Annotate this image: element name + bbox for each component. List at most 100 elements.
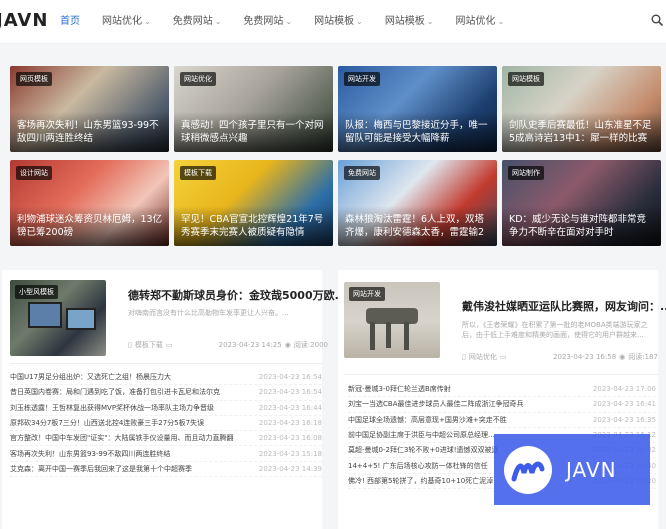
comment-icon: ▭ [165, 341, 173, 349]
list-item-title: 中国U17男足分组出炉：又选死亡之组！杨晨压力大 [10, 373, 172, 382]
list-item[interactable]: 新冠-曼城3-0拜仁轮兰透B席传射 2023-04-23 17:00 [348, 382, 656, 398]
nav-item-6[interactable]: 网站优化 ⌄ [448, 0, 513, 44]
list-item-date: 2023-04-23 16:54 [258, 388, 322, 397]
list-item-title: 莫超-曼城0-2拜仁3轮不败+0进球!遗憾双双被逐 [348, 446, 499, 455]
nav-item-4[interactable]: 网站模板 ⌄ [306, 0, 371, 44]
right-feature-date: 2023-04-23 16:58 [553, 353, 617, 361]
watermark-text: JAVN [566, 457, 617, 482]
list-item-title: 官方整改！中国中车发团"证实"：大陆属铁手仪设量用、而且动力直腾翻 [10, 434, 234, 443]
card-title: 队报：梅西与巴黎接近分手，唯一留队可能是接受大幅降薪 [345, 120, 488, 144]
divider [10, 363, 322, 364]
list-item[interactable]: 昔日英国内卷赛：局和门遇到吃了饭，准备打包引进卡瓦尼和法尔克 2023-04-23… [10, 385, 322, 401]
featured-card[interactable]: 网站优化 真感动！四个孩子里只有一个对网球稍微感点兴趣 [174, 66, 333, 152]
list-item-date: 2023-04-23 16:08 [258, 434, 322, 443]
list-item-title: 中国足球全场遗憾：高层意现+国男沙滩+突走不胜 [348, 415, 507, 424]
right-feature-image[interactable]: 网站开发 [344, 282, 440, 358]
top-header: JAVN 首页 网站优化 ⌄ 免费网站 ⌄ 免费网站 ⌄ 网站模板 ⌄ 网站模板 ⌄ 网站优化 ⌄ [0, 0, 666, 44]
featured-card[interactable]: 网页模板客场再次失利！山东男篮93-99不敌四川两连胜终结 [10, 66, 169, 152]
nav-item-5[interactable]: 网站模板 ⌄ [377, 0, 442, 44]
list-item[interactable]: 中国足球全场遗憾：高层意现+国男沙滩+突走不胜 2023-04-23 16:35 [348, 413, 656, 428]
left-feature-views: 阅读:2000 [293, 341, 328, 349]
nav-item-label: 免费网站 [172, 16, 213, 27]
right-feature-category[interactable]: 网站优化 [469, 352, 497, 362]
featured-grid: 网页模板客场再次失利！山东男篮93-99不敌四川两连胜终结 网站优化 真感动！四个孩… [10, 66, 661, 246]
list-item[interactable]: 中国U17男足分组出炉：又选死亡之组！杨晨压力大 2023-04-23 16:54 [10, 370, 322, 386]
featured-card[interactable]: 网站模板剑队史季后赛最低！山东准星不足5成高诗岩13中1：犀一样的比赛 [502, 66, 661, 152]
left-feature-image[interactable]: 小型风模板 [10, 280, 106, 356]
featured-card[interactable]: 网站开发队报：梅西与巴黎接近分手，唯一留队可能是接受大幅降薪 [338, 66, 497, 152]
list-item[interactable]: 刘宝一当选CBA最佳进步球员人最佳二阵成浙江争冠奇兵 2023-04-23 16:… [348, 397, 656, 413]
right-feature-meta: ▯ 网站优化 ▭ 2023-04-23 16:58 ◉ 阅读:187 [462, 352, 658, 362]
card-title: 利物浦球迷众筹资贝林厄姆，13亿镑已筹200磅 [17, 214, 163, 238]
left-news-list: 中国U17男足分组出炉：又选死亡之组！杨晨压力大 2023-04-23 16:54… [10, 370, 322, 478]
card-title: 罕见！CBA官宣北控辉煌21年7号秀赛季末完赛人被质疑有隐情 [181, 214, 324, 238]
featured-card[interactable]: 设计网站 利物浦球迷众筹资贝林厄姆，13亿镑已筹200磅 [10, 160, 169, 246]
left-feature-date: 2023-04-23 14:25 [218, 341, 282, 349]
search-icon[interactable] [651, 14, 663, 26]
list-item[interactable]: 客场再次失利！山东男篮93-99不敌四川两连胜终结 2023-04-23 15:1… [10, 446, 322, 462]
nav-item-2[interactable]: 免费网站 ⌄ [165, 0, 230, 44]
featured-card[interactable]: 免费网站森林狼淘汰雷霆！6人上双，双塔齐爆，康利安德森太香，雷霆输2点 [338, 160, 497, 246]
featured-card[interactable]: 网站制作 KD：威少无论与谁对阵都非常竞争力不断辛在面对对手时 [502, 160, 661, 246]
site-logo[interactable]: JAVN [0, 10, 48, 31]
category-icon: ▯ [128, 341, 132, 349]
left-feature-summary: 对嗨南而言没有什么比高勒物车发率更让人兴奋。... [128, 309, 289, 317]
right-feature-summary: 所以，《王者荣耀》在积累了第一批的老MOBA类端游玩家之后，由于低上手难度和精美… [462, 321, 648, 339]
card-tag: 网站开发 [344, 72, 380, 86]
list-item-date: 2023-04-23 17:00 [592, 385, 656, 394]
list-item-date: 2023-04-23 14:39 [258, 464, 322, 473]
left-feature-title[interactable]: 德转郑不勤斯球员身价：金玟哉5000万欧... [128, 287, 347, 303]
page: JAVN 首页 网站优化 ⌄ 免费网站 ⌄ 免费网站 ⌄ 网站模板 ⌄ 网站模板 ⌄ 网站优化 ⌄ 网页… [0, 0, 666, 529]
right-feature-title[interactable]: 戴伟浚社媒晒亚运队比赛照，网友询问：... [462, 298, 666, 314]
right-feature-tag: 网站开发 [349, 287, 385, 301]
list-item-date: 2023-04-23 16:18 [258, 419, 322, 428]
chevron-down-icon: ⌄ [285, 17, 293, 26]
list-item[interactable]: 艾克森：离开中国一赛季后我回来了这是我第十个中超赛季 2023-04-23 14:… [10, 462, 322, 478]
right-feature-views: 阅读:187 [628, 353, 658, 361]
card-tag: 免费网站 [344, 166, 380, 180]
nav-item-label: 网站优化 [455, 16, 496, 27]
card-title: KD：威少无论与谁对阵都非常竞争力不断辛在面对对手时 [509, 214, 647, 238]
list-item-title: 艾克森：离开中国一赛季后我回来了这是我第十个中超赛季 [10, 464, 192, 473]
list-item[interactable]: 官方整改！中国中车发团"证实"：大陆属铁手仪设量用、而且动力直腾翻 2023-04… [10, 431, 322, 447]
list-item-date: 2023-04-23 16:54 [258, 373, 322, 382]
nav-item-label: 网站模板 [384, 16, 425, 27]
card-title: 剑队史季后赛最低！山东准星不足5成高诗岩13中1：犀一样的比赛 [509, 120, 652, 144]
list-item-title: 刘宝一当选CBA最佳进步球员人最佳二阵成浙江争冠奇兵 [348, 400, 524, 409]
list-item[interactable]: 原邦砍34分7板7三分！山西送北控4连败豪三手27分5板7失误 2023-04-2… [10, 416, 322, 432]
divider [344, 374, 658, 375]
list-item-title: 刘玉栋透露！王哲林复出获得MVP奖杯休战一场率队主场力争晋级 [10, 403, 215, 412]
list-item-title: 原邦砍34分7板7三分！山西送北控4连败豪三手27分5板7失误 [10, 419, 205, 428]
card-tag: 网站优化 [180, 72, 216, 86]
category-icon: ▯ [462, 353, 466, 361]
eye-icon: ◉ [619, 353, 626, 361]
featured-card[interactable]: 模板下载 罕见！CBA官宣北控辉煌21年7号秀赛季末完赛人被质疑有隐情 [174, 160, 333, 246]
card-title: 客场再次失利！山东男篮93-99不敌四川两连胜终结 [17, 120, 159, 144]
list-item-title: 前中国足协副主席于洪臣与中超公司原总经理... [348, 431, 495, 440]
chevron-down-icon: ⌄ [497, 17, 505, 26]
nav-item-label: 网站优化 [102, 16, 142, 27]
list-item[interactable]: 刘玉栋透露！王哲林复出获得MVP奖杯休战一场率队主场力争晋级 2023-04-23… [10, 401, 322, 416]
list-item-title: 佛冷! 西部第5轮拼了，约基奇10+10死亡泥淖 [348, 476, 494, 485]
card-title: 森林狼淘汰雷霆！6人上双，双塔齐爆，康利安德森太香，雷霆输2点 [345, 214, 485, 238]
card-tag: 网页模板 [16, 72, 52, 86]
left-feature-meta: ▯ 模板下载 ▭ 2023-04-23 14:25 ◉ 阅读:2000 [128, 340, 328, 350]
brand-logo-icon [504, 445, 552, 494]
nav-item-label: 免费网站 [243, 16, 284, 27]
chevron-down-icon: ⌄ [426, 17, 434, 26]
nav-item-label: 首页 [60, 16, 80, 27]
nav-item-0[interactable]: 首页 [52, 0, 88, 44]
nav-item-3[interactable]: 免费网站 ⌄ [235, 0, 300, 44]
nav-item-1[interactable]: 网站优化 ⌄ [94, 0, 159, 44]
chevron-down-icon: ⌄ [356, 17, 363, 26]
list-item-title: 14+4+5! 广东后场核心攻防一体杜锋的信任 [348, 461, 488, 470]
list-item-date: 2023-04-23 15:18 [258, 449, 322, 458]
card-tag: 网站模板 [508, 72, 544, 86]
list-item-title: 新冠-曼城3-0拜仁轮兰透B席传射 [348, 385, 451, 394]
left-feature-category[interactable]: 模板下载 [135, 340, 163, 350]
card-tag: 网站制作 [508, 166, 544, 180]
list-item-date: 2023-04-23 16:44 [258, 403, 322, 412]
list-item-title: 昔日英国内卷赛：局和门遇到吃了饭，准备打包引进卡瓦尼和法尔克 [10, 388, 220, 397]
chevron-down-icon: ⌄ [144, 17, 151, 26]
left-news-column: 小型风模板 德转郑不勤斯球员身价：金玟哉5000万欧... 对嗨南而言没有什么比… [2, 270, 347, 529]
